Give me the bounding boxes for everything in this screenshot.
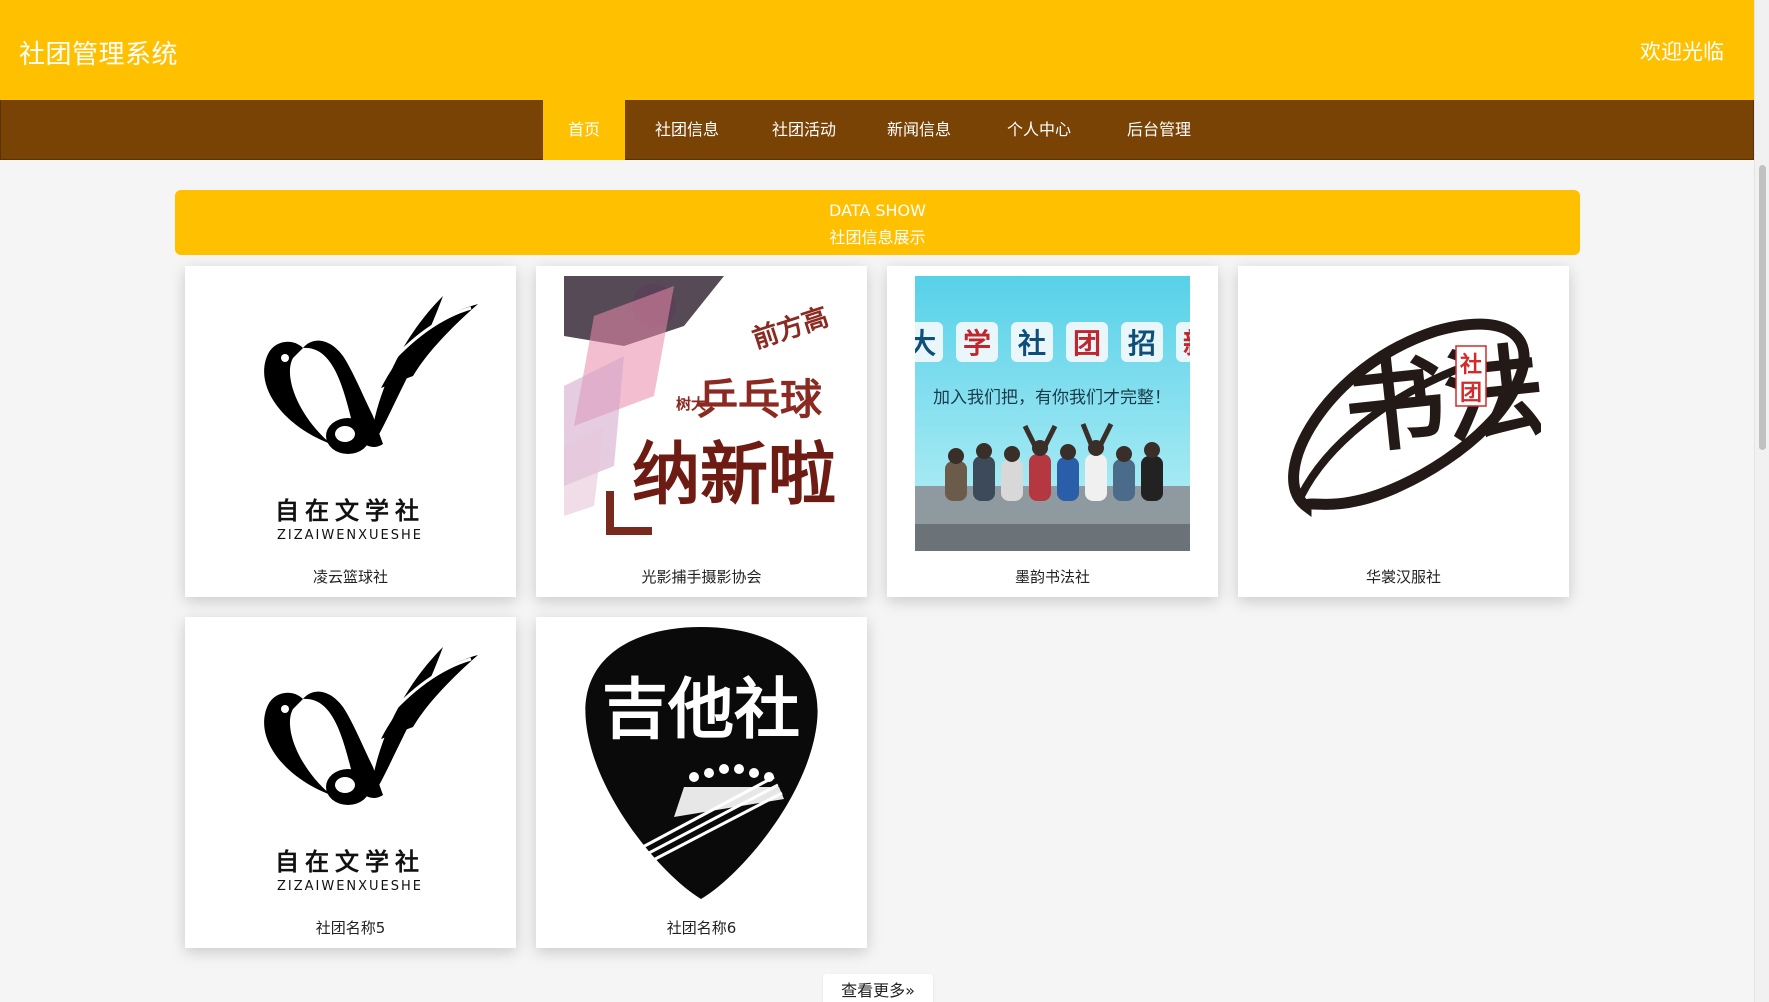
club-card[interactable]: 自在文学社 ZIZAIWENXUESHE 社团名称5 (185, 617, 516, 948)
page-viewport: 社团管理系统 欢迎光临 首页 社团信息 社团活动 新闻信息 个人中心 后台管理 … (0, 0, 1754, 1002)
club-card[interactable]: 自在文学社 ZIZAIWENXUESHE 凌云篮球社 (185, 266, 516, 597)
nav-item-personal-center[interactable]: 个人中心 (979, 100, 1099, 160)
poster-big-text: 纳新啦 (632, 436, 836, 515)
recruit-char: 新 (1183, 327, 1190, 360)
main-nav: 首页 社团信息 社团活动 新闻信息 个人中心 后台管理 (0, 100, 1754, 160)
nav-item-home[interactable]: 首页 (543, 100, 625, 160)
logo-subtext: ZIZAIWENXUESHE (277, 528, 423, 543)
top-header: 社团管理系统 欢迎光临 (0, 0, 1754, 100)
recruit-char: 学 (963, 327, 991, 360)
app-title: 社团管理系统 (19, 40, 179, 70)
club-name: 社团名称6 (666, 919, 737, 937)
club-image-pingpong-poster[interactable]: 前方高 树大 乒乓球 纳新啦 (564, 276, 839, 551)
nav-item-admin[interactable]: 后台管理 (1099, 100, 1219, 160)
club-image-literature-logo[interactable]: 自在文学社 ZIZAIWENXUESHE (213, 276, 488, 551)
seal-char: 团 (1460, 381, 1482, 406)
club-name: 凌云篮球社 (312, 568, 388, 586)
recruit-char: 大 (915, 327, 936, 360)
nav-item-club-activities[interactable]: 社团活动 (749, 100, 859, 160)
club-name: 华裳汉服社 (1365, 568, 1441, 586)
club-card[interactable]: 前方高 树大 乒乓球 纳新啦 光影捕手摄影协会 (536, 266, 867, 597)
club-name: 社团名称5 (315, 919, 386, 937)
logo-subtext: ZIZAIWENXUESHE (277, 879, 423, 894)
slogan-text: 加入我们把，有你我们才完整！ (933, 388, 1171, 408)
banner-title-en: DATA SHOW (829, 201, 926, 220)
pick-text: 吉他社 (602, 671, 800, 748)
nav-item-club-info[interactable]: 社团信息 (625, 100, 749, 160)
section-banner: DATA SHOW 社团信息展示 (175, 190, 1580, 255)
recruit-char: 团 (1073, 327, 1101, 360)
nav-item-news[interactable]: 新闻信息 (859, 100, 979, 160)
banner-title-cn: 社团信息展示 (829, 228, 926, 247)
club-card[interactable]: 书法 社 团 华裳汉服社 (1238, 266, 1569, 597)
club-card[interactable]: 吉他社 社团名称6 (536, 617, 867, 948)
welcome-text: 欢迎光临 (1640, 40, 1724, 64)
vertical-scrollbar[interactable] (1754, 0, 1769, 1002)
club-card[interactable]: 大 学 社 团 招 新 加入我们把，有你我们才完整！ (887, 266, 1218, 597)
nav-items: 首页 社团信息 社团活动 新闻信息 个人中心 后台管理 (543, 100, 1219, 160)
seal-char: 社 (1460, 352, 1482, 378)
club-name: 墨韵书法社 (1014, 568, 1090, 586)
scrollbar-thumb[interactable] (1759, 165, 1766, 450)
club-image-guitar-pick-logo[interactable]: 吉他社 (564, 627, 839, 902)
view-more-button[interactable]: 查看更多» (823, 974, 933, 1002)
club-image-literature-logo[interactable]: 自在文学社 ZIZAIWENXUESHE (213, 627, 488, 902)
logo-text: 自在文学社 (275, 848, 425, 876)
logo-text: 自在文学社 (275, 497, 425, 525)
club-image-calligraphy-logo[interactable]: 书法 社 团 (1266, 276, 1541, 551)
recruit-char: 招 (1128, 327, 1156, 360)
poster-main-text: 乒乓球 (696, 375, 823, 424)
calligraphy-text: 书法 (1339, 331, 1541, 469)
recruit-char: 社 (1018, 327, 1046, 360)
club-image-recruit-photo[interactable]: 大 学 社 团 招 新 加入我们把，有你我们才完整！ (915, 276, 1190, 551)
club-name: 光影捕手摄影协会 (641, 568, 762, 586)
